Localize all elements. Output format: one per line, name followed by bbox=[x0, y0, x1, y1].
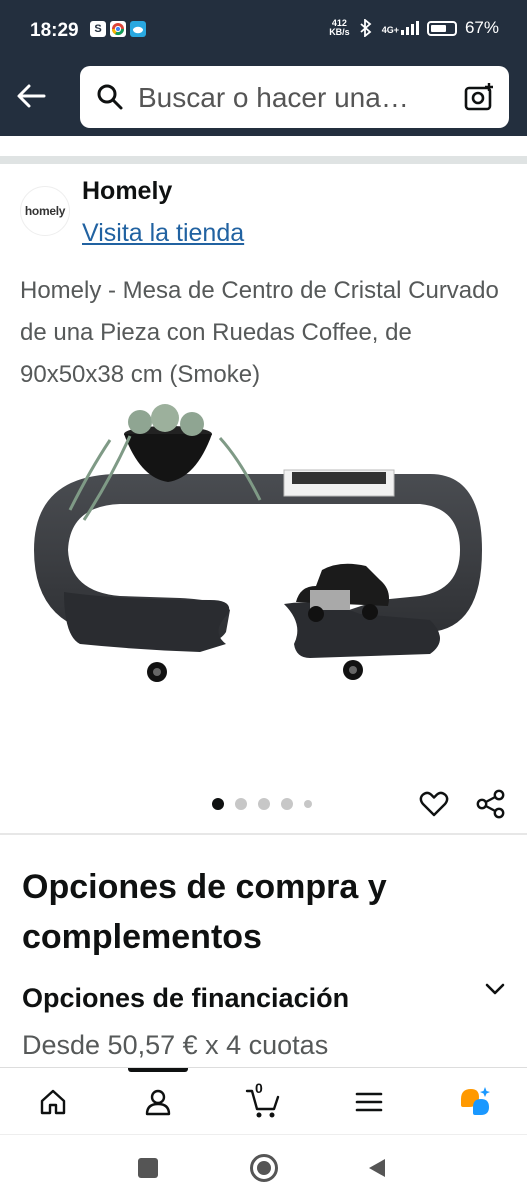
financing-title[interactable]: Opciones de financiación bbox=[22, 983, 349, 1014]
status-bar: 18:29 S 412 KB/s 4G+ 67% bbox=[0, 0, 527, 62]
s-app-icon: S bbox=[90, 21, 106, 37]
carousel-dot[interactable] bbox=[304, 800, 312, 808]
buying-options-heading: Opciones de compra y complementos bbox=[22, 868, 387, 956]
back-arrow-icon bbox=[17, 84, 46, 108]
nav-home[interactable] bbox=[33, 1082, 73, 1122]
share-icon[interactable] bbox=[475, 788, 507, 820]
carousel-dots[interactable] bbox=[212, 798, 312, 810]
carousel-dot[interactable] bbox=[235, 798, 247, 810]
battery-percent: 67% bbox=[464, 18, 499, 37]
nav-menu[interactable] bbox=[349, 1082, 389, 1122]
home-icon bbox=[40, 1089, 66, 1115]
product-image[interactable] bbox=[20, 400, 510, 700]
brand-logo[interactable]: homely bbox=[20, 186, 70, 236]
search-placeholder: Buscar o hacer una… bbox=[138, 82, 409, 113]
recent-apps-button[interactable] bbox=[138, 1158, 158, 1178]
nav-rufus[interactable] bbox=[455, 1082, 495, 1122]
brand-name: Homely bbox=[82, 177, 173, 205]
carousel-dot[interactable] bbox=[212, 798, 224, 810]
home-system-button[interactable] bbox=[250, 1154, 278, 1182]
status-time: 18:29 bbox=[30, 20, 79, 41]
battery-icon bbox=[426, 20, 457, 36]
system-nav-bar bbox=[0, 1134, 527, 1200]
chrome-icon bbox=[110, 21, 126, 37]
camera-search-icon[interactable] bbox=[463, 81, 495, 113]
weather-icon bbox=[130, 21, 146, 37]
status-app-icons: S bbox=[90, 21, 146, 37]
bottom-nav: 0 bbox=[0, 1067, 527, 1134]
menu-icon bbox=[355, 1092, 383, 1112]
status-indicators: 412 KB/s 4G+ 67% bbox=[329, 18, 499, 38]
rufus-icon bbox=[461, 1087, 490, 1115]
signal-icon: 4G+ bbox=[382, 21, 419, 35]
brand-logo-text: homely bbox=[24, 204, 66, 218]
search-icon bbox=[97, 84, 123, 110]
heart-icon[interactable] bbox=[418, 788, 450, 820]
nav-active-indicator bbox=[128, 1068, 188, 1072]
top-bar: Buscar o hacer una… bbox=[0, 62, 527, 136]
visit-store-link[interactable]: Visita la tienda bbox=[82, 219, 244, 248]
carousel-dot[interactable] bbox=[281, 798, 293, 810]
financing-subtitle: Desde 50,57 € x 4 cuotas bbox=[22, 1030, 329, 1060]
bluetooth-icon bbox=[360, 19, 372, 37]
carousel-dot[interactable] bbox=[258, 798, 270, 810]
section-divider-thin bbox=[0, 833, 527, 835]
back-system-button[interactable] bbox=[366, 1157, 388, 1179]
nav-account[interactable] bbox=[138, 1082, 178, 1122]
account-icon bbox=[145, 1089, 171, 1116]
nav-cart[interactable]: 0 bbox=[243, 1080, 283, 1122]
network-speed: 412 KB/s bbox=[329, 18, 350, 37]
product-title: Homely - Mesa de Centro de Cristal Curva… bbox=[20, 277, 499, 388]
chevron-down-icon[interactable] bbox=[483, 977, 507, 1001]
back-button[interactable] bbox=[14, 78, 50, 114]
cart-count: 0 bbox=[255, 1080, 263, 1096]
cart-icon bbox=[245, 1089, 280, 1118]
search-input[interactable]: Buscar o hacer una… bbox=[80, 66, 509, 128]
section-divider bbox=[0, 156, 527, 164]
